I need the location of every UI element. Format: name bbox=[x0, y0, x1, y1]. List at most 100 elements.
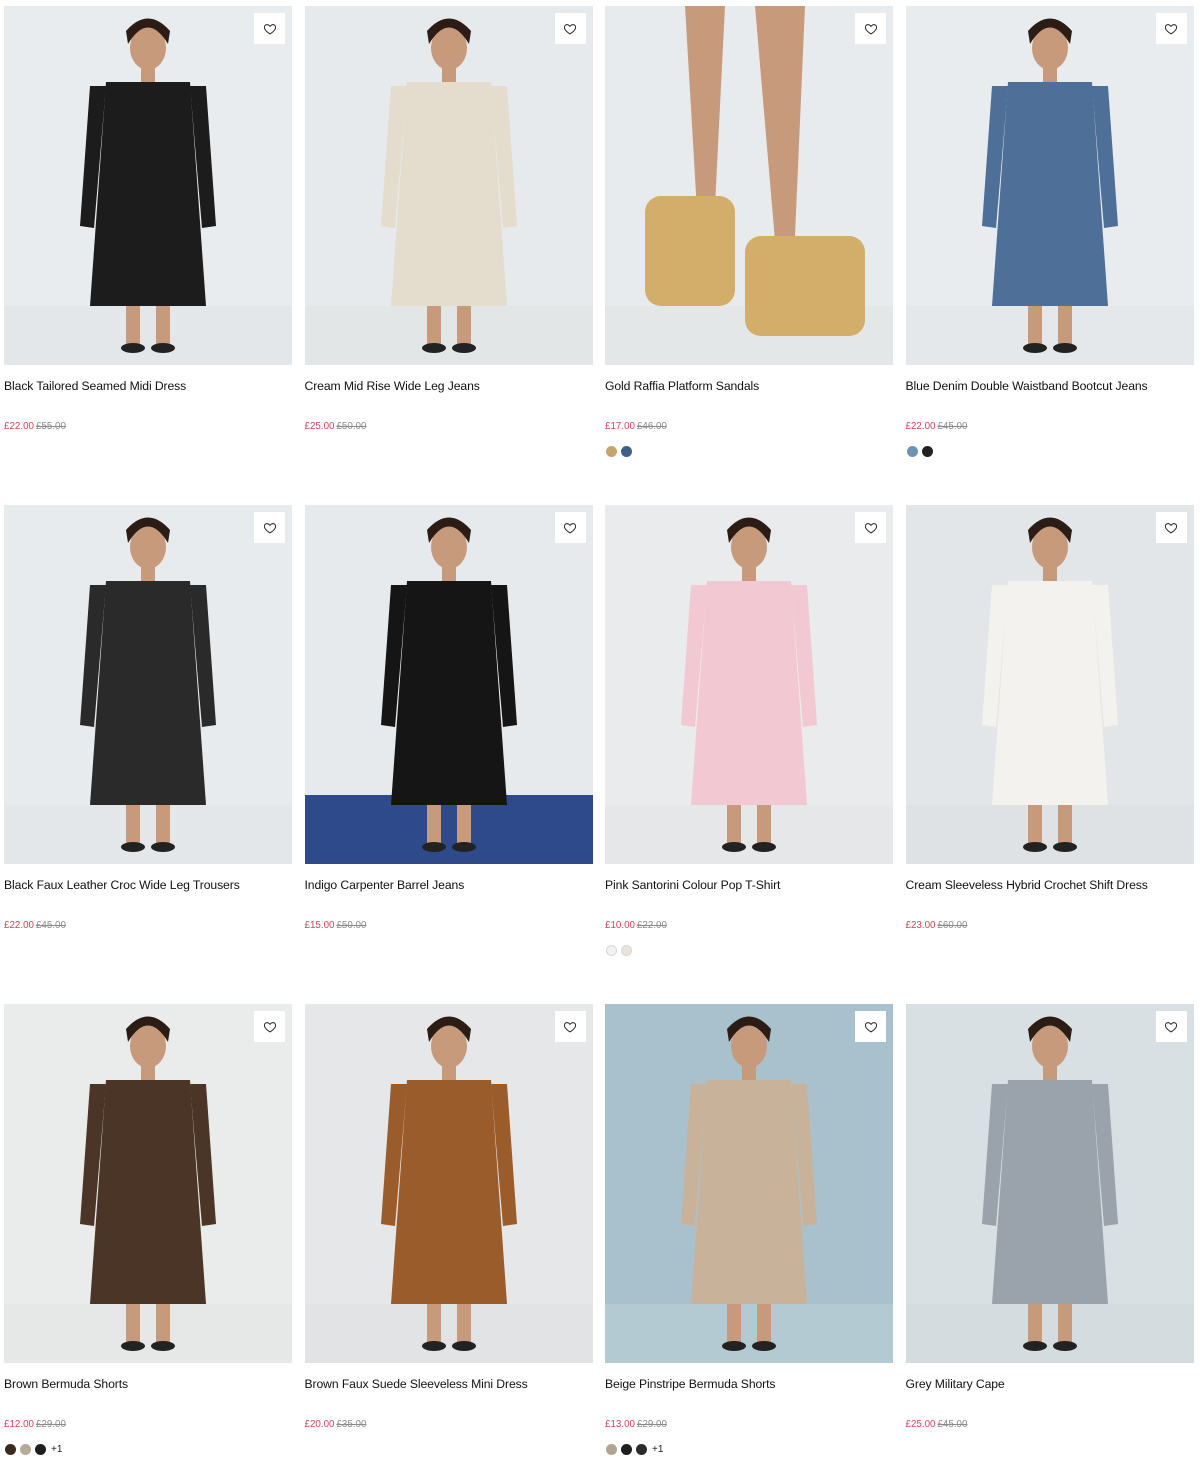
product-card[interactable]: Brown Bermuda Shorts £12.00 £29.00 +1 bbox=[4, 1004, 292, 1455]
sale-price: £13.00 bbox=[605, 1419, 635, 1430]
product-title[interactable]: Brown Bermuda Shorts bbox=[4, 1377, 128, 1391]
wishlist-button[interactable] bbox=[554, 512, 586, 543]
product-image[interactable] bbox=[304, 6, 593, 365]
product-price: £22.00 £45.00 bbox=[4, 920, 66, 931]
model-figure bbox=[304, 505, 593, 864]
wishlist-button[interactable] bbox=[1155, 512, 1187, 543]
wishlist-button[interactable] bbox=[855, 13, 886, 44]
product-image[interactable] bbox=[905, 1004, 1194, 1363]
product-price: £22.00 £55.00 bbox=[4, 421, 66, 432]
colour-swatch[interactable] bbox=[636, 1444, 647, 1455]
wishlist-button[interactable] bbox=[254, 13, 285, 44]
model-figure bbox=[605, 6, 893, 365]
product-card[interactable]: Blue Denim Double Waistband Bootcut Jean… bbox=[905, 6, 1194, 457]
product-image[interactable] bbox=[304, 505, 593, 864]
product-card[interactable]: Brown Faux Suede Sleeveless Mini Dress £2… bbox=[304, 1004, 593, 1430]
more-colours-count[interactable]: +1 bbox=[652, 1444, 663, 1455]
wishlist-button[interactable] bbox=[554, 1011, 586, 1042]
product-card[interactable]: Grey Military Cape £25.00 £45.00 bbox=[905, 1004, 1194, 1430]
colour-swatch[interactable] bbox=[921, 446, 933, 457]
model-figure bbox=[4, 6, 292, 365]
colour-swatch[interactable] bbox=[606, 446, 617, 457]
product-title[interactable]: Beige Pinstripe Bermuda Shorts bbox=[605, 1377, 776, 1391]
product-image[interactable] bbox=[4, 505, 292, 864]
product-image[interactable] bbox=[4, 1004, 292, 1363]
product-price: £25.00 £50.00 bbox=[305, 421, 367, 432]
sale-price: £15.00 bbox=[304, 920, 335, 931]
product-title[interactable]: Pink Santorini Colour Pop T-Shirt bbox=[605, 878, 780, 892]
product-title[interactable]: Cream Mid Rise Wide Leg Jeans bbox=[305, 379, 480, 393]
colour-swatch[interactable] bbox=[621, 446, 632, 457]
product-image[interactable] bbox=[905, 6, 1194, 365]
product-card[interactable]: Gold Raffia Platform Sandals £17.00 £46.00 bbox=[605, 6, 893, 457]
product-title[interactable]: Black Tailored Seamed Midi Dress bbox=[4, 379, 186, 393]
wishlist-button[interactable] bbox=[855, 512, 886, 543]
colour-swatch[interactable] bbox=[20, 1444, 31, 1455]
colour-swatch[interactable] bbox=[621, 1444, 632, 1455]
heart-outline-icon bbox=[1164, 522, 1178, 534]
product-price: £15.00 £50.00 bbox=[305, 920, 367, 931]
product-title[interactable]: Black Faux Leather Croc Wide Leg Trouser… bbox=[4, 878, 240, 892]
product-image[interactable] bbox=[605, 1004, 893, 1363]
wishlist-button[interactable] bbox=[1155, 1011, 1187, 1042]
wishlist-button[interactable] bbox=[254, 512, 285, 543]
original-price: £60.00 bbox=[937, 920, 968, 931]
wishlist-button[interactable] bbox=[855, 1011, 886, 1042]
sale-price: £22.00 bbox=[4, 421, 34, 432]
product-price: £13.00 £29.00 bbox=[605, 1419, 667, 1430]
original-price: £50.00 bbox=[336, 421, 367, 432]
colour-swatches bbox=[606, 446, 632, 457]
colour-swatch[interactable] bbox=[621, 945, 632, 956]
heart-outline-icon bbox=[263, 23, 276, 35]
original-price: £46.00 bbox=[636, 421, 667, 432]
sale-price: £12.00 bbox=[4, 1419, 34, 1430]
original-price: £45.00 bbox=[937, 1419, 968, 1430]
more-colours-count[interactable]: +1 bbox=[51, 1444, 62, 1455]
heart-outline-icon bbox=[1164, 23, 1178, 35]
colour-swatches: +1 bbox=[606, 1444, 663, 1455]
product-price: £20.00 £35.00 bbox=[305, 1419, 367, 1430]
wishlist-button[interactable] bbox=[1155, 13, 1187, 44]
product-image[interactable] bbox=[605, 505, 893, 864]
product-card[interactable]: Black Faux Leather Croc Wide Leg Trouser… bbox=[4, 505, 292, 931]
product-price: £23.00 £60.00 bbox=[906, 920, 968, 931]
colour-swatch[interactable] bbox=[35, 1444, 46, 1455]
product-price: £17.00 £46.00 bbox=[605, 421, 667, 432]
product-title[interactable]: Brown Faux Suede Sleeveless Mini Dress bbox=[305, 1377, 528, 1391]
wishlist-button[interactable] bbox=[254, 1011, 285, 1042]
product-card[interactable]: Cream Mid Rise Wide Leg Jeans £25.00 £50.0… bbox=[304, 6, 593, 432]
product-title[interactable]: Cream Sleeveless Hybrid Crochet Shift Dr… bbox=[906, 878, 1148, 892]
heart-outline-icon bbox=[263, 1021, 276, 1033]
heart-outline-icon bbox=[563, 522, 577, 534]
original-price: £29.00 bbox=[636, 1419, 667, 1430]
product-title[interactable]: Indigo Carpenter Barrel Jeans bbox=[305, 878, 465, 892]
product-image[interactable] bbox=[304, 1004, 593, 1363]
product-price: £10.00 £22.00 bbox=[605, 920, 667, 931]
model-figure bbox=[605, 1004, 893, 1363]
colour-swatch[interactable] bbox=[5, 1444, 16, 1455]
product-title[interactable]: Grey Military Cape bbox=[906, 1377, 1005, 1391]
colour-swatches: +1 bbox=[5, 1444, 62, 1455]
colour-swatch[interactable] bbox=[606, 1444, 617, 1455]
sale-price: £22.00 bbox=[4, 920, 34, 931]
wishlist-button[interactable] bbox=[554, 13, 586, 44]
product-title[interactable]: Gold Raffia Platform Sandals bbox=[605, 379, 759, 393]
product-image[interactable] bbox=[605, 6, 893, 365]
product-card[interactable]: Black Tailored Seamed Midi Dress £22.00 £5… bbox=[4, 6, 292, 432]
product-card[interactable]: Indigo Carpenter Barrel Jeans £15.00 £50.0… bbox=[304, 505, 593, 931]
product-card[interactable]: Pink Santorini Colour Pop T-Shirt £10.00 £… bbox=[605, 505, 893, 956]
colour-swatch[interactable] bbox=[906, 446, 918, 457]
heart-outline-icon bbox=[1164, 1021, 1178, 1033]
product-grid: Black Tailored Seamed Midi Dress £22.00 £5… bbox=[0, 0, 1200, 1455]
product-image[interactable] bbox=[905, 505, 1194, 864]
colour-swatch[interactable] bbox=[606, 945, 617, 956]
product-price: £22.00 £45.00 bbox=[906, 421, 968, 432]
product-card[interactable]: Cream Sleeveless Hybrid Crochet Shift Dr… bbox=[905, 505, 1194, 931]
original-price: £35.00 bbox=[336, 1419, 367, 1430]
model-figure bbox=[905, 6, 1194, 365]
model-figure bbox=[905, 505, 1194, 864]
product-card[interactable]: Beige Pinstripe Bermuda Shorts £13.00 £29.… bbox=[605, 1004, 893, 1455]
product-image[interactable] bbox=[4, 6, 292, 365]
product-title[interactable]: Blue Denim Double Waistband Bootcut Jean… bbox=[906, 379, 1148, 393]
original-price: £22.00 bbox=[636, 920, 667, 931]
